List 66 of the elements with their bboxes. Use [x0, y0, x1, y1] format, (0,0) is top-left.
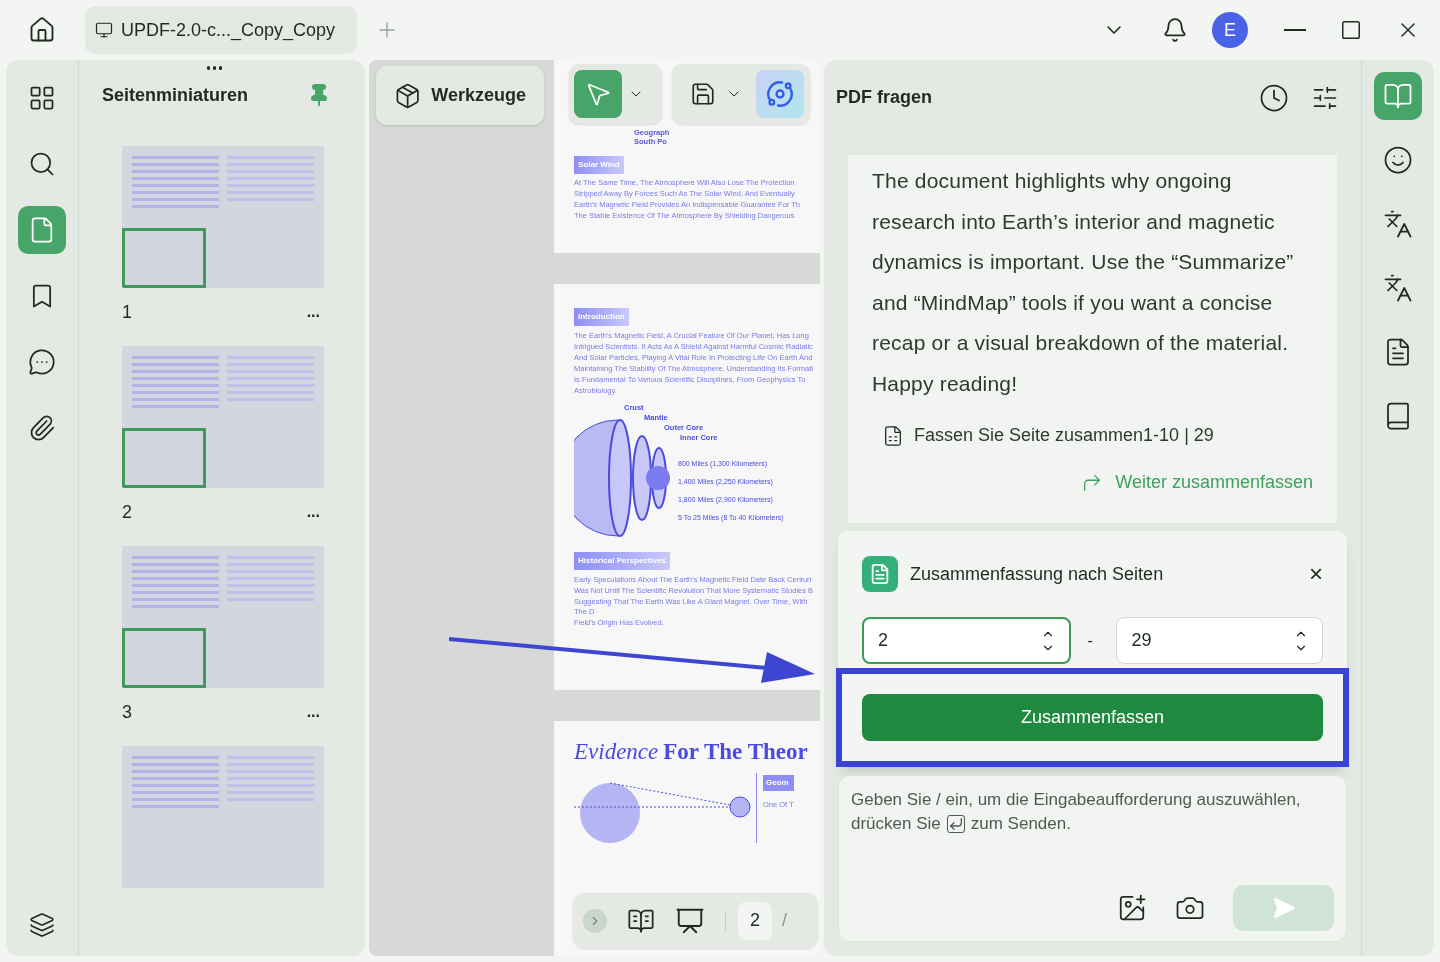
document-icon: [882, 424, 904, 447]
field-value: 2: [878, 629, 889, 652]
page-number: 3: [122, 700, 132, 724]
maximize-icon: [1340, 19, 1362, 41]
more-button[interactable]: ...: [306, 700, 320, 724]
section-badge: Solar Wind: [574, 156, 624, 174]
minimize-icon: [1284, 29, 1306, 31]
user-avatar[interactable]: E: [1212, 12, 1248, 48]
search-icon: [28, 150, 56, 178]
clock-icon: [1259, 82, 1289, 113]
page-title: Evidence: [574, 738, 659, 766]
ai-assistant-button[interactable]: [756, 70, 804, 118]
bell-icon: [1162, 17, 1188, 43]
page-thumbnail[interactable]: [122, 746, 324, 888]
tools-button[interactable]: Werkzeuge: [376, 66, 544, 125]
end-page-field[interactable]: 29: [1116, 617, 1323, 664]
page-number: 2: [122, 500, 132, 524]
grid-icon: [28, 84, 56, 112]
select-tool-button[interactable]: [574, 70, 622, 118]
save-icon[interactable]: [690, 81, 716, 107]
orbit-icon: [766, 80, 794, 108]
message-input[interactable]: Geben Sie / ein, um die Eingabeaufforderung auszuwählen, drücken Sie zum Senden.: [838, 775, 1347, 942]
monitor-icon: [95, 21, 113, 39]
page-number: 1: [122, 300, 132, 324]
summary-reference: Fassen Sie Seite zusammen1-10 | 29: [914, 424, 1214, 447]
close-button[interactable]: ×: [1309, 562, 1323, 586]
range-dash: -: [1087, 630, 1094, 651]
paperclip-icon: [28, 414, 56, 442]
enter-key-icon: [946, 815, 965, 833]
comment-icon: [28, 348, 56, 376]
dialog-title: Zusammenfassung nach Seiten: [910, 562, 1165, 586]
maximize-button[interactable]: [1340, 19, 1362, 41]
layers-icon: [29, 912, 55, 938]
summary-icon: [862, 556, 898, 592]
history-button[interactable]: [1259, 82, 1289, 113]
assistant-message: The document highlights why ongoing research into Earth’s interior and magnetic dynamics is important. Use the “Summarize” and “MindMap” tools if you want a concise recap or a visual breakdown of the material. Happy reading!: [872, 168, 1295, 397]
more-button[interactable]: ...: [306, 500, 320, 524]
page-thumbnail[interactable]: [122, 546, 324, 688]
home-icon: [28, 16, 56, 44]
page-separator: /: [782, 909, 787, 932]
section-badge: Geom: [763, 775, 794, 791]
page-thumbnail[interactable]: [122, 146, 324, 288]
input-hint: zum Senden.: [970, 813, 1071, 835]
send-icon: [1271, 896, 1296, 920]
panel-title: Seitenminiaturen: [102, 83, 250, 107]
input-hint: drücken Sie: [851, 813, 941, 835]
layers-button[interactable]: [29, 912, 55, 938]
section-badge: Introduction: [574, 308, 629, 326]
field-value: 29: [1131, 629, 1153, 652]
more-button[interactable]: ...: [306, 300, 320, 324]
drag-handle-icon[interactable]: [207, 66, 222, 70]
notification-button[interactable]: [1162, 17, 1188, 43]
page-thumbnail[interactable]: [122, 346, 324, 488]
input-hint: Geben Sie / ein, um die Eingabeaufforderung auszuwählen,: [851, 789, 1301, 811]
translate-icon: [1383, 209, 1413, 239]
toolbox-icon: [394, 81, 422, 110]
page-number-field[interactable]: 2: [738, 901, 772, 940]
start-page-field[interactable]: 2: [862, 617, 1071, 664]
open-book-icon: [1383, 81, 1413, 111]
document-tab[interactable]: UPDF-2.0-c..._Copy_Copy: [85, 6, 357, 54]
summarize-button[interactable]: Zusammenfassen: [862, 694, 1323, 741]
tab-title: UPDF-2.0-c..._Copy_Copy: [121, 18, 336, 43]
panel-title: PDF fragen: [836, 86, 933, 109]
translate-icon: [1383, 273, 1413, 303]
section-badge: Historical Perspectives: [574, 552, 671, 570]
page-title: For The Theor: [663, 738, 808, 766]
